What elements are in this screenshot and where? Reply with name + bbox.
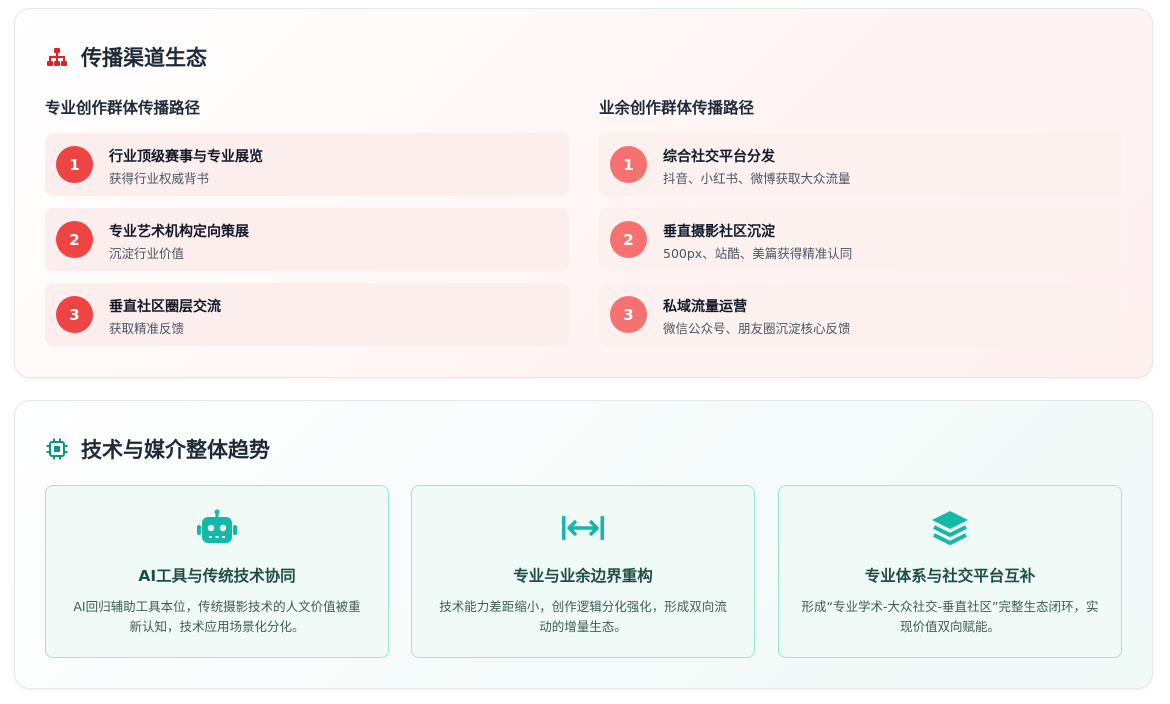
list-item: 1 综合社交平台分发 抖音、小红书、微博获取大众流量 <box>599 133 1123 196</box>
trend-title: 专业与业余边界重构 <box>513 567 653 585</box>
step-number: 2 <box>610 221 647 258</box>
item-subtitle: 获得行业权威背书 <box>109 171 210 186</box>
item-title: 私域流量运营 <box>663 299 747 315</box>
item-title: 垂直摄影社区沉淀 <box>663 224 775 240</box>
arrows-left-right-icon <box>560 508 606 548</box>
item-title: 行业顶级赛事与专业展览 <box>109 149 263 165</box>
trend-title: 专业体系与社交平台互补 <box>864 567 1036 585</box>
trend-card-boundary: 专业与业余边界重构 技术能力差距缩小，创作逻辑分化强化，形成双向流动的增量生态。 <box>411 485 755 658</box>
item-subtitle: 沉淀行业价值 <box>109 246 185 261</box>
list-item: 1 行业顶级赛事与专业展览 获得行业权威背书 <box>45 133 569 196</box>
item-title: 专业艺术机构定向策展 <box>109 224 249 240</box>
layers-icon <box>927 508 973 548</box>
item-title: 综合社交平台分发 <box>663 149 775 165</box>
trend-description: 形成“专业学术-大众社交-垂直社区”完整生态闭环，实现价值双向赋能。 <box>801 599 1099 634</box>
amateur-path-list: 1 综合社交平台分发 抖音、小红书、微博获取大众流量 2 垂直摄影社区沉淀 50… <box>599 133 1123 358</box>
list-item: 2 专业艺术机构定向策展 沉淀行业价值 <box>45 208 569 271</box>
step-number: 1 <box>56 146 93 183</box>
trend-card-ai: AI工具与传统技术协同 AI回归辅助工具本位，传统摄影技术的人文价值被重新认知，… <box>45 485 389 658</box>
list-item: 2 垂直摄影社区沉淀 500px、站酷、美篇获得精准认同 <box>599 208 1123 271</box>
list-item: 3 私域流量运营 微信公众号、朋友圈沉淀核心反馈 <box>599 283 1123 346</box>
professional-path-list: 1 行业顶级赛事与专业展览 获得行业权威背书 2 专业艺术机构定向策展 沉淀行业… <box>45 133 569 358</box>
channels-card: 传播渠道生态 专业创作群体传播路径 业余创作群体传播路径 1 行业顶级赛事与专业… <box>14 8 1153 378</box>
channels-header: 传播渠道生态 <box>45 42 207 72</box>
step-number: 3 <box>56 296 93 333</box>
step-number: 2 <box>56 221 93 258</box>
channels-title: 传播渠道生态 <box>81 46 207 70</box>
item-subtitle: 抖音、小红书、微博获取大众流量 <box>663 171 851 186</box>
step-number: 3 <box>610 296 647 333</box>
item-subtitle: 微信公众号、朋友圈沉淀核心反馈 <box>663 321 851 336</box>
item-subtitle: 500px、站酷、美篇获得精准认同 <box>663 246 853 261</box>
amateur-path-title: 业余创作群体传播路径 <box>599 99 755 117</box>
trends-card: 技术与媒介整体趋势 AI工具与传统技术协同 AI回归辅助工具本位，传统摄影技术的… <box>14 400 1153 689</box>
sitemap-icon <box>45 45 69 69</box>
professional-path-title: 专业创作群体传播路径 <box>45 99 201 117</box>
list-item: 3 垂直社区圈层交流 获取精准反馈 <box>45 283 569 346</box>
trend-card-complement: 专业体系与社交平台互补 形成“专业学术-大众社交-垂直社区”完整生态闭环，实现价… <box>778 485 1122 658</box>
item-subtitle: 获取精准反馈 <box>109 321 185 336</box>
trend-title: AI工具与传统技术协同 <box>138 567 296 585</box>
trends-header: 技术与媒介整体趋势 <box>45 434 270 464</box>
robot-icon <box>194 508 240 548</box>
trend-description: 技术能力差距缩小，创作逻辑分化强化，形成双向流动的增量生态。 <box>439 599 727 634</box>
step-number: 1 <box>610 146 647 183</box>
trends-title: 技术与媒介整体趋势 <box>81 438 270 462</box>
item-title: 垂直社区圈层交流 <box>109 299 221 315</box>
trend-description: AI回归辅助工具本位，传统摄影技术的人文价值被重新认知，技术应用场景化分化。 <box>73 599 361 634</box>
chip-icon <box>45 437 69 461</box>
